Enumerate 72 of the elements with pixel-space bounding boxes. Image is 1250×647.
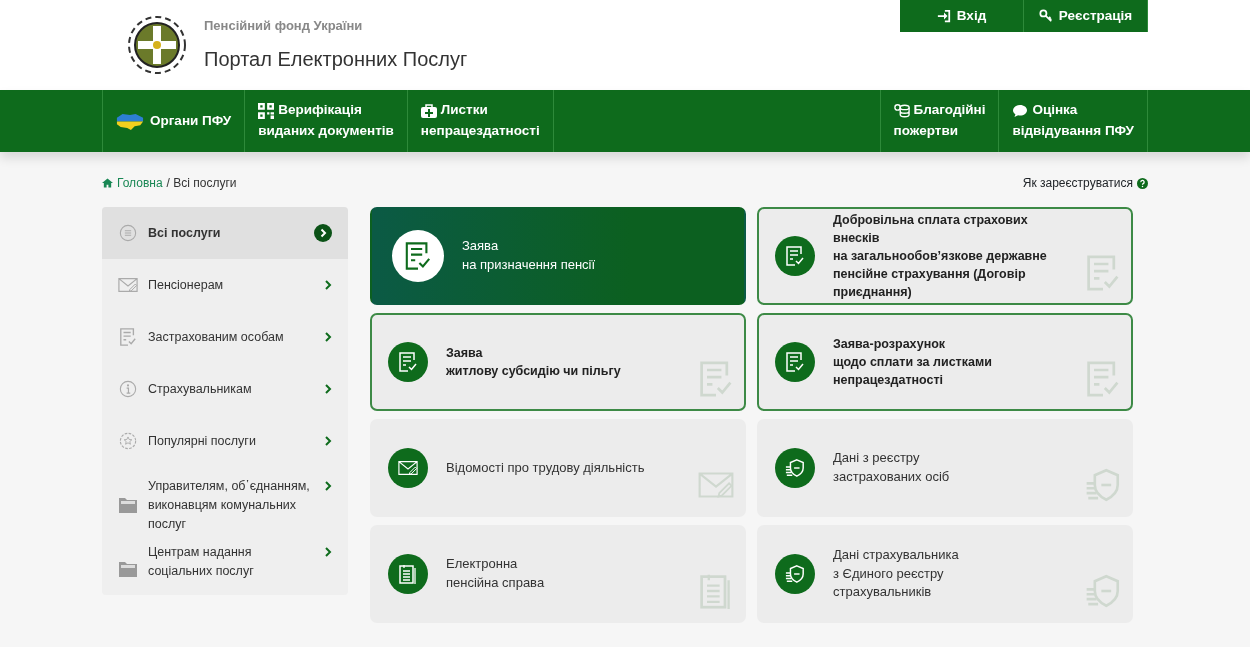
service-card[interactable]: Відомості про трудову діяльність <box>370 419 746 517</box>
watermark-shield-coins-icon <box>1085 573 1121 609</box>
info-circle-icon <box>118 380 138 398</box>
chevron-icon <box>324 384 332 394</box>
nav-link[interactable]: Верифікація виданих документів <box>245 90 408 152</box>
coins-icon <box>893 102 910 119</box>
service-card[interactable]: Заява-розрахунок щодо сплати за листками непрацездатності <box>757 313 1133 411</box>
envelope-icon <box>118 276 138 294</box>
sidebar-item[interactable]: Популярні послуги <box>102 415 348 467</box>
document-check-icon <box>785 246 805 266</box>
document-check-icon <box>398 352 418 372</box>
chevron-icon <box>324 436 332 446</box>
service-title: Заява житлову субсидію чи пільгу <box>446 344 621 380</box>
qr-code-icon <box>258 102 275 119</box>
home-link[interactable]: Головна <box>102 174 163 192</box>
chat-bubble-icon <box>1012 102 1029 119</box>
document-check-icon <box>118 328 138 346</box>
envelope-icon <box>398 458 418 478</box>
sidebar-item[interactable]: Управителям, об῾єднанням, виконавцям комунальних послуг <box>102 467 348 544</box>
organization-name: Пенсійний фонд України <box>204 17 364 36</box>
list-circle-icon <box>118 224 138 242</box>
folder-icon <box>118 560 138 579</box>
sidebar-item[interactable]: Центрам надання соціальних послуг <box>102 543 348 596</box>
service-title: Дані з реєстру застрахованих осіб <box>833 449 950 486</box>
help-icon <box>1137 177 1148 189</box>
sidebar-item[interactable]: Застрахованим особам <box>102 311 348 363</box>
nav-link[interactable]: Органи ПФУ <box>102 90 246 152</box>
watermark-document-check-icon <box>1085 361 1121 397</box>
sidebar-item[interactable]: Страхувальникам <box>102 363 348 415</box>
service-title: Електронна пенсійна справа <box>446 555 545 592</box>
featured-service-card[interactable]: Заява на призначення пенсії <box>370 207 746 305</box>
breadcrumb-current: / Всі послуги <box>166 175 237 192</box>
service-title: Заява-розрахунок щодо сплати за листками непрацездатності <box>833 335 992 390</box>
binder-document-icon <box>398 564 418 584</box>
sidebar-item[interactable]: Всі послуги <box>102 207 348 259</box>
star-circle-icon <box>118 432 138 450</box>
emblem-logo <box>126 14 188 76</box>
register-button[interactable]: Реєстрація <box>1024 0 1148 32</box>
chevron-icon <box>324 481 332 491</box>
document-check-icon <box>785 352 805 372</box>
watermark-shield-coins-icon <box>1085 467 1121 503</box>
service-card[interactable]: Дані страхувальника з Єдиного реєстру страхувальників <box>757 525 1133 623</box>
service-card[interactable]: Електронна пенсійна справа <box>370 525 746 623</box>
service-card[interactable]: Дані з реєстру застрахованих осіб <box>757 419 1133 517</box>
watermark-document-check-icon <box>1085 255 1121 291</box>
help-link[interactable]: Як зареєструватися <box>1022 174 1148 192</box>
service-title: Заява на призначення пенсії <box>462 237 596 274</box>
service-card[interactable]: Заява житлову субсидію чи пільгу <box>370 313 746 411</box>
medical-kit-icon <box>420 102 437 119</box>
shield-coins-icon <box>785 458 805 478</box>
folder-icon <box>118 496 138 515</box>
home-icon <box>102 178 113 188</box>
chevron-circle-icon <box>314 224 332 242</box>
shield-coins-icon <box>785 564 805 584</box>
nav-link[interactable]: Листки непрацездатності <box>407 90 554 152</box>
login-icon <box>936 9 951 23</box>
login-button[interactable]: Вхід <box>900 0 1024 32</box>
service-title: Дані страхувальника з Єдиного реєстру страхувальників <box>833 545 959 602</box>
service-card[interactable]: Добровільна сплата страхових внесків на загальнообов’язкове державне пенсійне страхування (Договір приєднання) <box>757 207 1133 305</box>
key-icon <box>1038 9 1053 23</box>
chevron-icon <box>324 547 332 558</box>
nav-link[interactable]: Благодійні пожертви <box>879 90 1000 152</box>
service-title: Добровільна сплата страхових внесків на загальнообов’язкове державне пенсійне страхування (Договір приєднання) <box>833 211 1048 302</box>
document-check-icon <box>405 242 431 270</box>
watermark-document-check-icon <box>698 361 734 397</box>
ukraine-map-icon <box>116 111 144 131</box>
chevron-icon <box>324 280 332 290</box>
portal-title: Портал Електронних Послуг <box>204 46 468 72</box>
sidebar-item[interactable]: Пенсіонерам <box>102 259 348 311</box>
chevron-icon <box>324 332 332 342</box>
nav-link[interactable]: Оцінка відвідування ПФУ <box>999 90 1148 152</box>
service-title: Відомості про трудову діяльність <box>446 458 645 477</box>
